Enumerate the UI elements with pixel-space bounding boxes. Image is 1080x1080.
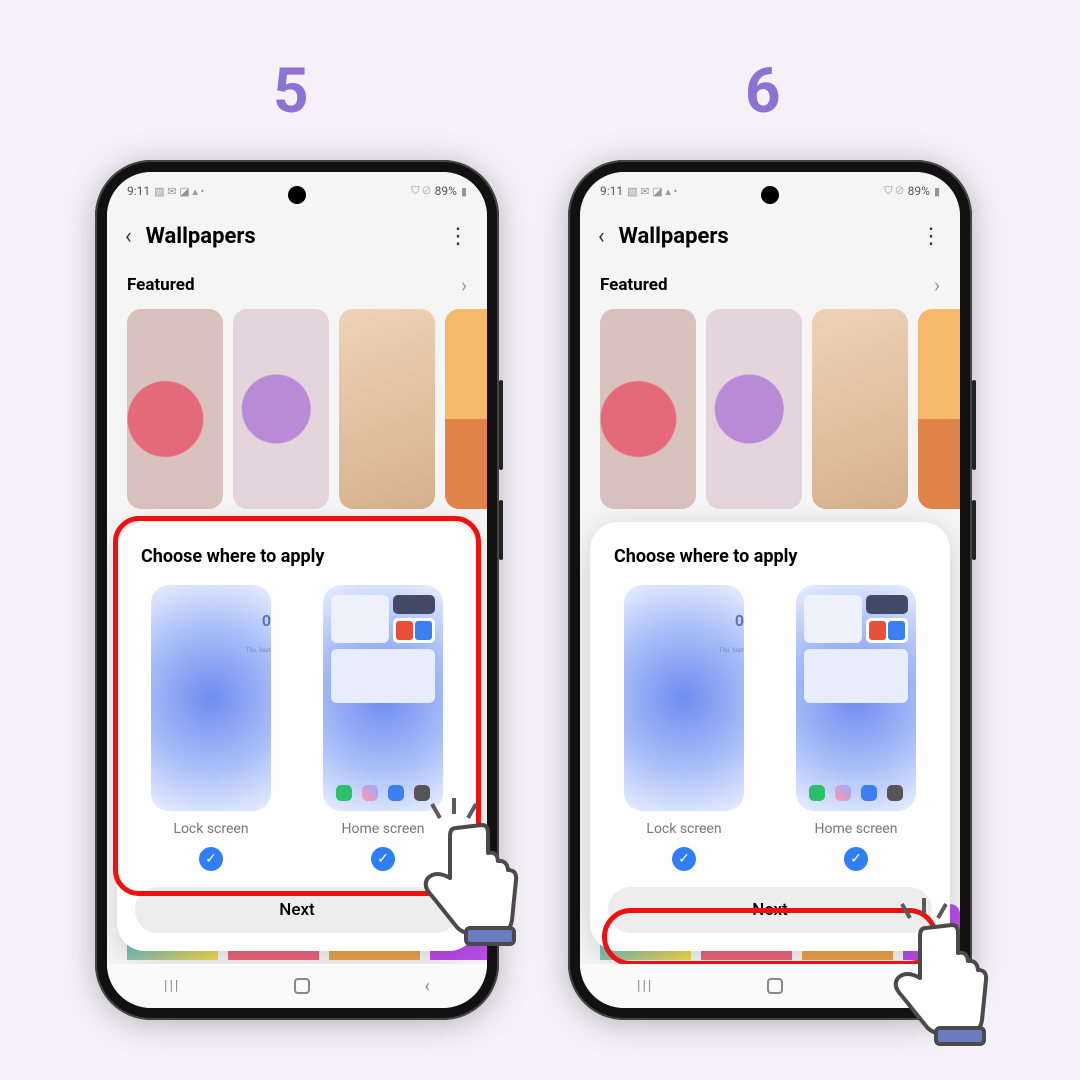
more-icon[interactable]: ⋮ (920, 224, 942, 249)
phone-mockup-step5: 9:11 ▧ ✉ ◪ ▴ • ⛉ ⊘ 89% ▮ ‹ Wallpapers ⋮ … (95, 160, 499, 1020)
apply-sheet: Choose where to apply Lock screen ✓ Home… (117, 522, 477, 951)
sheet-title: Choose where to apply (608, 546, 932, 567)
section-featured-label: Featured (600, 275, 668, 295)
nav-home-icon[interactable] (767, 978, 783, 994)
featured-thumbnails[interactable] (107, 309, 487, 519)
lockscreen-preview (151, 585, 271, 811)
status-net-icons: ⛉ ⊘ (884, 184, 903, 198)
homescreen-preview (796, 585, 916, 811)
step-number-5: 5 (273, 55, 309, 128)
homescreen-label: Home screen (323, 821, 443, 837)
camera-notch (288, 186, 306, 204)
nav-back-icon[interactable]: ‹ (425, 976, 430, 997)
option-lock-screen[interactable]: Lock screen ✓ (624, 585, 744, 871)
chevron-right-icon[interactable]: › (461, 273, 467, 297)
nav-recent-icon[interactable]: ||| (164, 978, 180, 994)
nav-recent-icon[interactable]: ||| (637, 978, 653, 994)
page-title: Wallpapers (146, 224, 433, 249)
status-net-icons: ⛉ ⊘ (411, 184, 430, 198)
apply-sheet: Choose where to apply Lock screen ✓ Home… (590, 522, 950, 951)
check-icon[interactable]: ✓ (844, 847, 868, 871)
camera-notch (761, 186, 779, 204)
next-button[interactable]: Next (135, 887, 459, 933)
more-icon[interactable]: ⋮ (447, 224, 469, 249)
section-featured-label: Featured (127, 275, 195, 295)
homescreen-preview (323, 585, 443, 811)
lockscreen-preview (624, 585, 744, 811)
status-time: 9:11 (127, 184, 150, 198)
option-lock-screen[interactable]: Lock screen ✓ (151, 585, 271, 871)
check-icon[interactable]: ✓ (672, 847, 696, 871)
homescreen-label: Home screen (796, 821, 916, 837)
status-time: 9:11 (600, 184, 623, 198)
wallpaper-thumb[interactable] (812, 309, 908, 509)
wallpaper-thumb[interactable] (706, 309, 802, 509)
status-notif-icons: ▧ ✉ ◪ ▴ • (627, 185, 677, 198)
wallpaper-thumb[interactable] (918, 309, 960, 509)
phone-mockup-step6: 9:11 ▧ ✉ ◪ ▴ • ⛉ ⊘ 89% ▮ ‹ Wallpapers ⋮ … (568, 160, 972, 1020)
lockscreen-label: Lock screen (151, 821, 271, 837)
check-icon[interactable]: ✓ (199, 847, 223, 871)
battery-icon: ▮ (934, 185, 940, 198)
featured-thumbnails[interactable] (580, 309, 960, 519)
nav-home-icon[interactable] (294, 978, 310, 994)
app-header: ‹ Wallpapers ⋮ (107, 210, 487, 263)
sheet-title: Choose where to apply (135, 546, 459, 567)
chevron-right-icon[interactable]: › (934, 273, 940, 297)
wallpaper-thumb[interactable] (339, 309, 435, 509)
back-icon[interactable]: ‹ (598, 224, 605, 249)
option-home-screen[interactable]: Home screen ✓ (323, 585, 443, 871)
nav-back-icon[interactable]: ‹ (898, 976, 903, 997)
step-number-6: 6 (745, 55, 781, 128)
status-notif-icons: ▧ ✉ ◪ ▴ • (154, 185, 204, 198)
battery-icon: ▮ (461, 185, 467, 198)
status-battery: 89% (435, 184, 457, 198)
wallpaper-thumb[interactable] (127, 309, 223, 509)
wallpaper-thumb[interactable] (445, 309, 487, 509)
page-title: Wallpapers (619, 224, 906, 249)
back-icon[interactable]: ‹ (125, 224, 132, 249)
wallpaper-thumb[interactable] (600, 309, 696, 509)
android-nav-bar: ||| ‹ (107, 964, 487, 1008)
option-home-screen[interactable]: Home screen ✓ (796, 585, 916, 871)
app-header: ‹ Wallpapers ⋮ (580, 210, 960, 263)
lockscreen-label: Lock screen (624, 821, 744, 837)
status-battery: 89% (908, 184, 930, 198)
android-nav-bar: ||| ‹ (580, 964, 960, 1008)
next-button[interactable]: Next (608, 887, 932, 933)
wallpaper-thumb[interactable] (233, 309, 329, 509)
check-icon[interactable]: ✓ (371, 847, 395, 871)
